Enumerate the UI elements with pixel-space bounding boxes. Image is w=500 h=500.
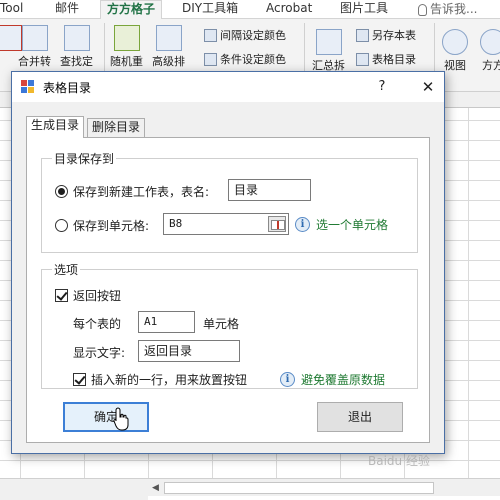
sheet-directory-label: 表格目录 (372, 53, 416, 66)
ribbon-button-advanced-sort[interactable]: 高级排 (152, 25, 185, 69)
display-text-label: 显示文字: (73, 346, 126, 360)
find-icon (63, 25, 90, 51)
radio-new-sheet-label: 保存到新建工作表，表名: (73, 185, 210, 199)
per-sheet-label: 每个表的 (73, 317, 122, 331)
return-button-checkbox[interactable] (55, 289, 68, 302)
ribbon-button-random[interactable]: 随机重 (110, 25, 143, 69)
scroll-thumb[interactable] (164, 482, 434, 494)
ribbon-button-save-as[interactable]: 另存本表 (356, 27, 416, 43)
options-group-label: 选项 (52, 261, 81, 278)
fangfang-icon (480, 29, 500, 55)
tab-generate-directory[interactable]: 生成目录 (26, 116, 85, 138)
merge-icon (21, 25, 48, 51)
ribbon-button-find[interactable]: 查找定 (60, 25, 93, 69)
insert-row-checkbox[interactable] (73, 373, 86, 386)
interval-color-icon (204, 28, 217, 42)
info-icon: i (280, 372, 295, 387)
per-sheet-cell-input[interactable]: A1 (138, 311, 195, 333)
display-text-input[interactable]: 返回目录 (138, 340, 240, 362)
sheet-directory-dialog: 表格目录 ? ✕ 生成目录 删除目录 目录保存到 保存到新建工作表，表名: 目录… (11, 71, 445, 454)
tab-diy-toolbox[interactable]: DIY工具箱 (182, 0, 238, 19)
tab-mail[interactable]: 邮件 (55, 0, 79, 19)
radio-new-sheet-button[interactable] (55, 185, 68, 198)
dialog-title: 表格目录 (43, 81, 92, 95)
options-group: 选项 返回按钮 每个表的 A1 单元格 显示文字: 返回目录 插入新的一行，用来… (41, 261, 418, 389)
radio-cell[interactable]: 保存到单元格: (55, 217, 149, 234)
sort-az-icon (155, 25, 182, 51)
radio-cell-button[interactable] (55, 219, 68, 232)
ribbon-button-fangfang[interactable]: 方方 (480, 29, 500, 73)
sheet-directory-icon (356, 52, 369, 66)
checkbox-insert-row[interactable]: 插入新的一行，用来放置按钮 (73, 371, 247, 388)
save-sheet-icon (356, 28, 369, 42)
tab-delete-directory[interactable]: 删除目录 (87, 118, 146, 137)
tab-acrobat[interactable]: Acrobat (266, 0, 312, 19)
dialog-titlebar[interactable]: 表格目录 ? ✕ (12, 72, 444, 102)
info-icon: i (295, 217, 310, 232)
radio-new-sheet[interactable]: 保存到新建工作表，表名: (55, 183, 209, 200)
app-icon (21, 80, 34, 93)
random-icon (113, 25, 140, 51)
save-as-label: 另存本表 (372, 29, 416, 42)
checkbox-return-button[interactable]: 返回按钮 (55, 287, 121, 304)
tell-me-search[interactable]: 告诉我... (418, 0, 477, 19)
summary-icon (315, 29, 342, 55)
lightbulb-icon (418, 3, 427, 16)
close-icon: ✕ (421, 78, 435, 96)
view-label: 视图 (444, 59, 466, 72)
tab-tool[interactable]: Tool (0, 0, 23, 19)
tab-picture-tools[interactable]: 图片工具 (340, 0, 388, 19)
exit-button[interactable]: 退出 (317, 402, 403, 432)
help-button[interactable]: ? (370, 76, 394, 98)
save-location-group-label: 目录保存到 (52, 150, 117, 167)
interval-color-label: 间隔设定颜色 (220, 29, 286, 42)
ok-button[interactable]: 确定 (63, 402, 149, 432)
condition-color-icon (204, 52, 217, 66)
find-label: 查找定 (60, 55, 93, 68)
insert-hint-text: 避免覆盖原数据 (301, 373, 386, 387)
ribbon-button-sheet-directory[interactable]: 表格目录 (356, 51, 416, 67)
condition-color-label: 条件设定颜色 (220, 53, 286, 66)
return-button-label: 返回按钮 (73, 289, 122, 303)
ribbon-button-summary[interactable]: 汇总拆 (312, 29, 345, 73)
advsort-label: 高级排 (152, 55, 185, 68)
tell-me-label: 告诉我... (430, 2, 478, 16)
horizontal-scrollbar[interactable]: ◀ (148, 478, 500, 496)
new-sheet-name-input[interactable]: 目录 (228, 179, 311, 201)
tab-panel: 目录保存到 保存到新建工作表，表名: 目录 保存到单元格: B8 i 选一个单元… (26, 137, 430, 443)
radio-cell-label: 保存到单元格: (73, 219, 150, 233)
view-icon (442, 29, 468, 55)
mouse-pointer-icon (113, 407, 129, 431)
cell-hint-text: 选一个单元格 (316, 218, 389, 232)
merge-label: 合并转 (18, 55, 51, 68)
ribbon-tab-bar: Tool 邮件 方方格子 DIY工具箱 Acrobat 图片工具 告诉我... (0, 0, 500, 20)
cell-suffix-label: 单元格 (203, 317, 240, 331)
ribbon-button-interval-color[interactable]: 间隔设定颜色 (204, 27, 286, 43)
fangfang-label: 方方 (482, 59, 500, 72)
watermark: Baidu 经验 (368, 454, 430, 468)
random-label: 随机重 (110, 55, 143, 68)
insert-row-label: 插入新的一行，用来放置按钮 (91, 373, 248, 387)
insert-hint: i 避免覆盖原数据 (280, 371, 385, 388)
close-button[interactable]: ✕ (417, 76, 439, 98)
tab-fangfang[interactable]: 方方格子 (100, 0, 163, 20)
ribbon-button-view[interactable]: 视图 (442, 29, 468, 73)
save-location-group: 目录保存到 保存到新建工作表，表名: 目录 保存到单元格: B8 i 选一个单元… (41, 150, 418, 253)
ribbon-button-condition-color[interactable]: 条件设定颜色 (204, 51, 286, 67)
ribbon-button-merge[interactable]: 合并转 (18, 25, 51, 69)
sheet-tab-strip (0, 478, 148, 500)
scroll-left-arrow-icon[interactable]: ◀ (152, 482, 162, 494)
range-picker-icon[interactable] (268, 216, 286, 232)
cell-hint: i 选一个单元格 (295, 216, 388, 233)
